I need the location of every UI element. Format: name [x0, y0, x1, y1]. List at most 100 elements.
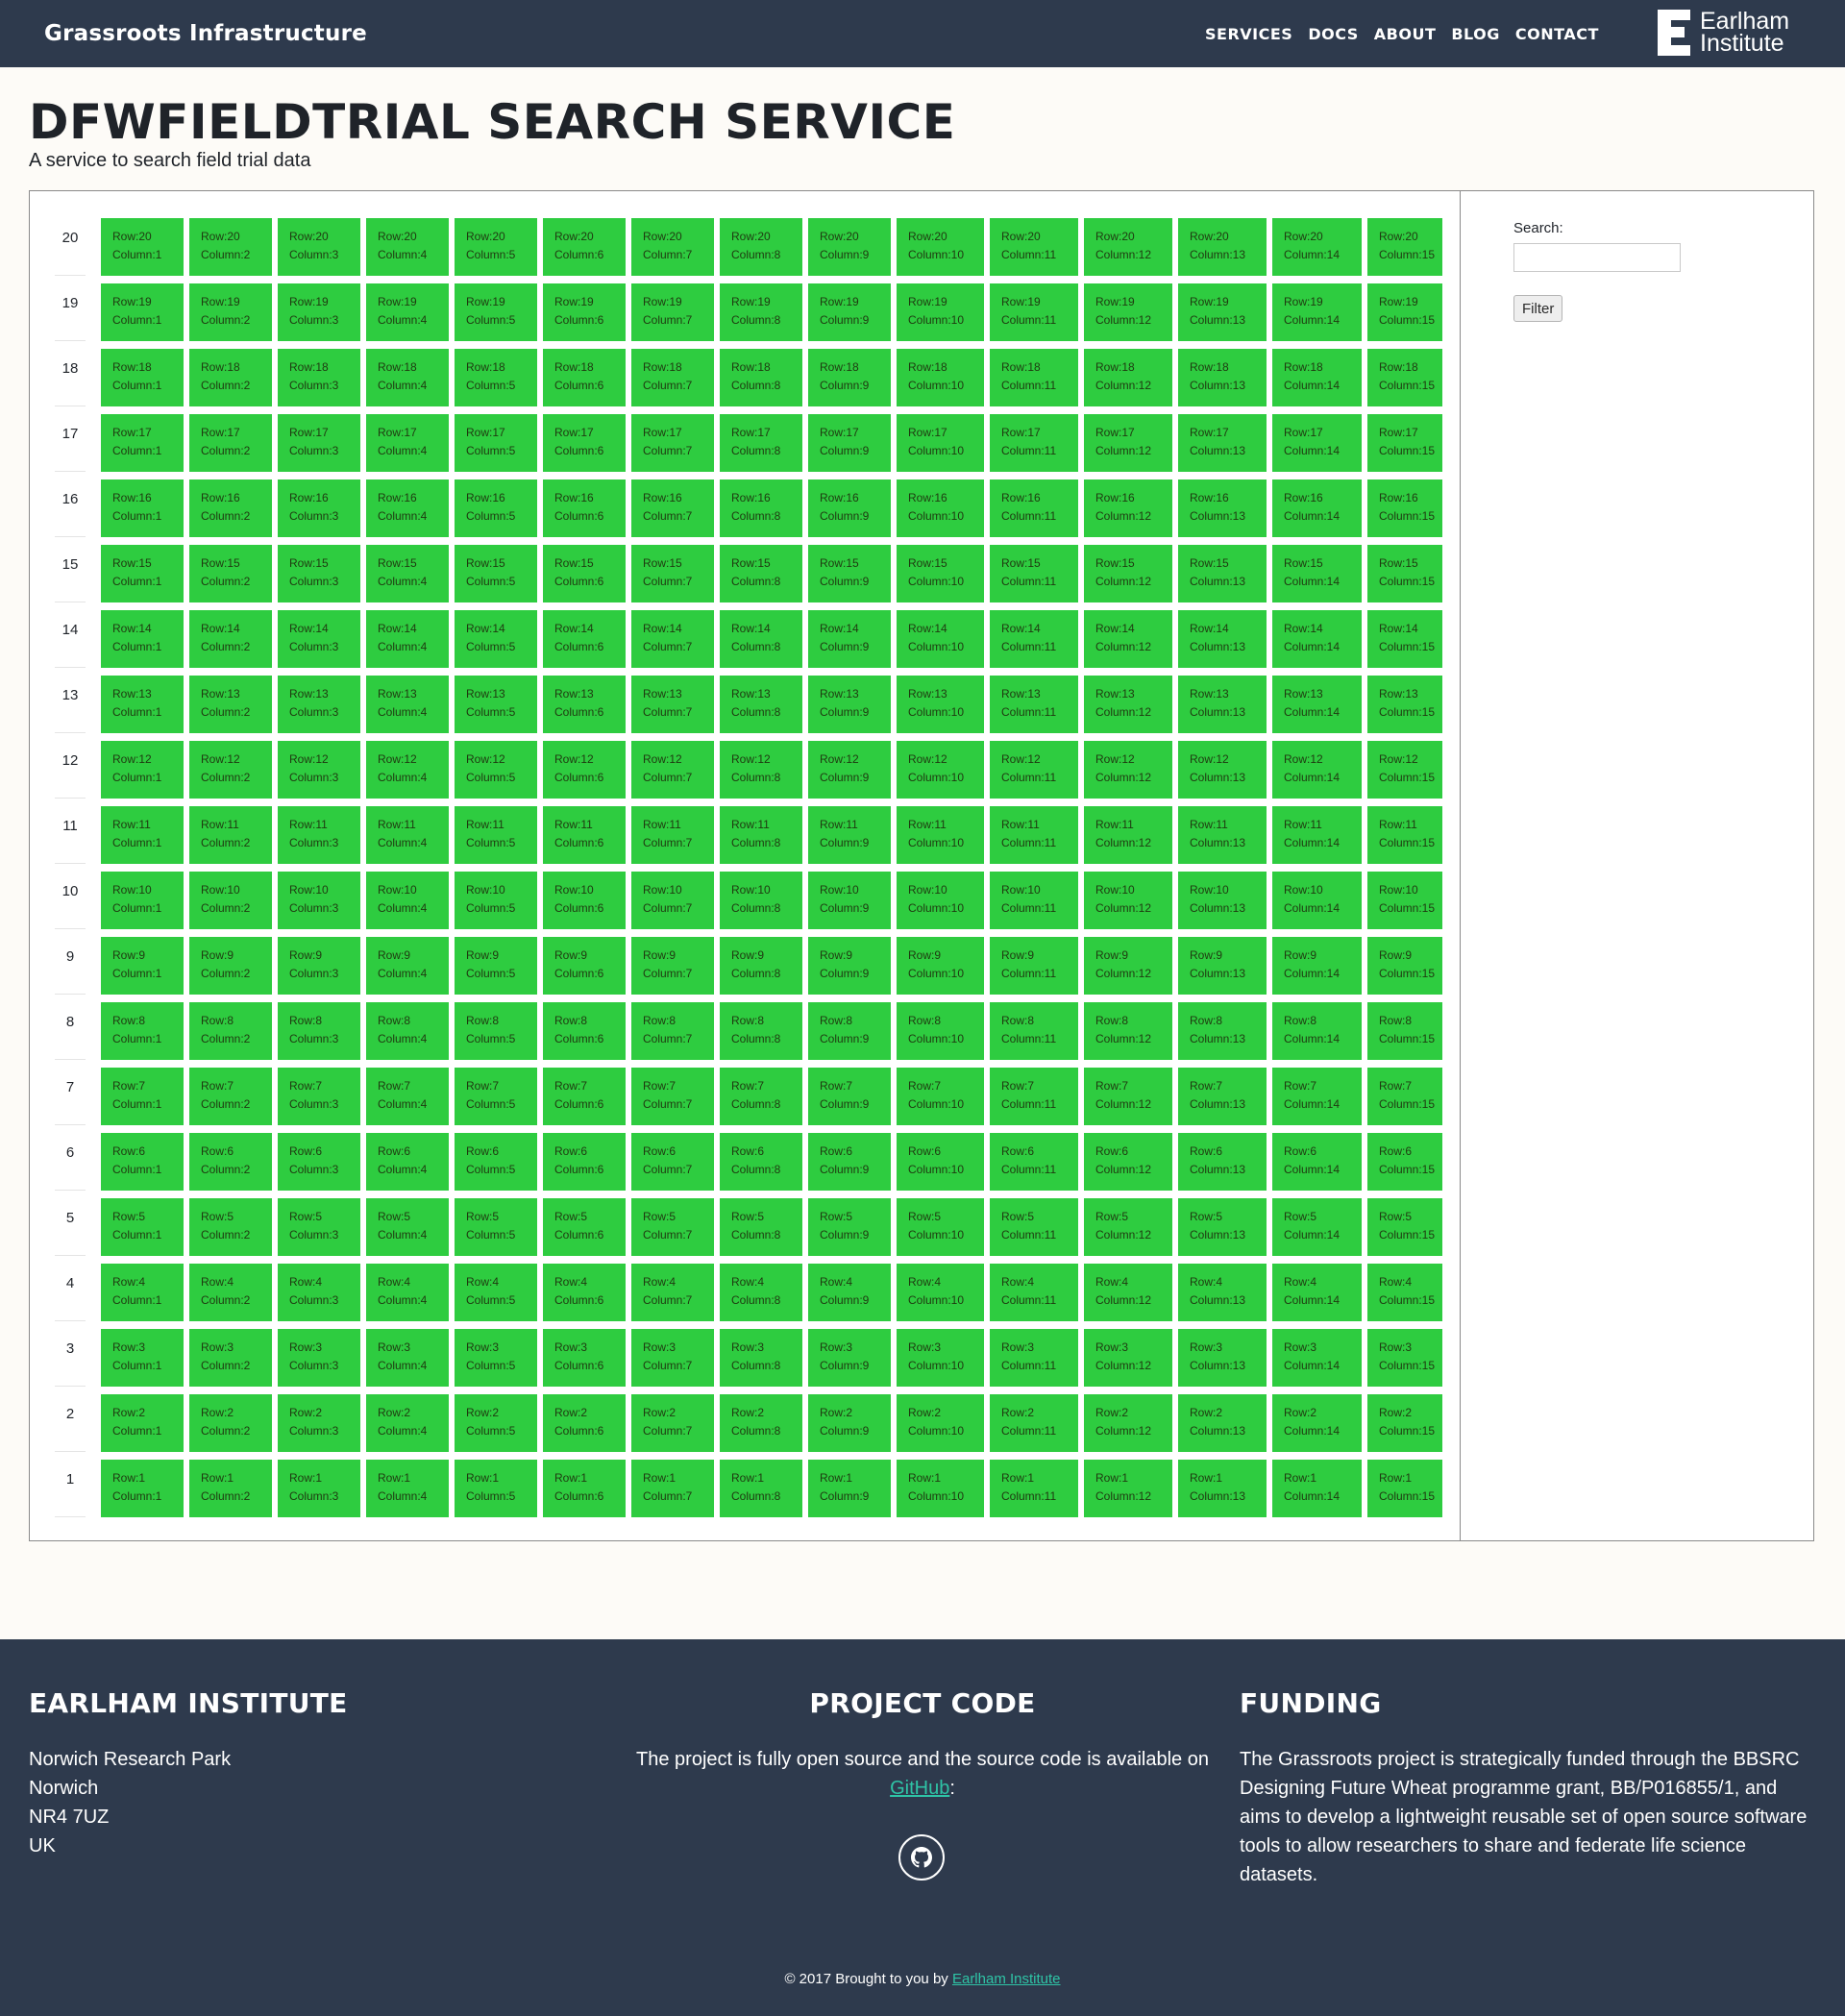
plot-cell[interactable]: Row:9 Column:5	[455, 937, 537, 995]
plot-cell[interactable]: Row:3 Column:12	[1084, 1329, 1172, 1387]
plot-cell[interactable]: Row:18 Column:5	[455, 349, 537, 406]
plot-cell[interactable]: Row:18 Column:3	[278, 349, 360, 406]
plot-cell[interactable]: Row:19 Column:6	[543, 283, 626, 341]
plot-cell[interactable]: Row:15 Column:5	[455, 545, 537, 602]
plot-cell[interactable]: Row:7 Column:7	[631, 1068, 714, 1125]
plot-cell[interactable]: Row:15 Column:4	[366, 545, 449, 602]
plot-cell[interactable]: Row:12 Column:9	[808, 741, 891, 799]
plot-cell[interactable]: Row:15 Column:13	[1178, 545, 1267, 602]
plot-cell[interactable]: Row:14 Column:4	[366, 610, 449, 668]
plot-cell[interactable]: Row:9 Column:11	[990, 937, 1078, 995]
plot-cell[interactable]: Row:18 Column:13	[1178, 349, 1267, 406]
plot-cell[interactable]: Row:11 Column:15	[1367, 806, 1442, 864]
plot-cell[interactable]: Row:8 Column:6	[543, 1002, 626, 1060]
plot-cell[interactable]: Row:19 Column:10	[897, 283, 984, 341]
plot-cell[interactable]: Row:1 Column:3	[278, 1460, 360, 1517]
plot-cell[interactable]: Row:20 Column:2	[189, 218, 272, 276]
plot-cell[interactable]: Row:6 Column:9	[808, 1133, 891, 1191]
plot-cell[interactable]: Row:20 Column:8	[720, 218, 802, 276]
plot-cell[interactable]: Row:20 Column:3	[278, 218, 360, 276]
plot-cell[interactable]: Row:1 Column:6	[543, 1460, 626, 1517]
plot-cell[interactable]: Row:4 Column:12	[1084, 1264, 1172, 1321]
plot-cell[interactable]: Row:3 Column:4	[366, 1329, 449, 1387]
plot-cell[interactable]: Row:19 Column:15	[1367, 283, 1442, 341]
plot-cell[interactable]: Row:11 Column:7	[631, 806, 714, 864]
plot-cell[interactable]: Row:7 Column:2	[189, 1068, 272, 1125]
plot-cell[interactable]: Row:14 Column:3	[278, 610, 360, 668]
plot-cell[interactable]: Row:8 Column:14	[1272, 1002, 1362, 1060]
plot-cell[interactable]: Row:9 Column:8	[720, 937, 802, 995]
plot-cell[interactable]: Row:3 Column:14	[1272, 1329, 1362, 1387]
plot-cell[interactable]: Row:5 Column:4	[366, 1198, 449, 1256]
plot-cell[interactable]: Row:18 Column:11	[990, 349, 1078, 406]
plot-cell[interactable]: Row:10 Column:3	[278, 872, 360, 929]
plot-cell[interactable]: Row:9 Column:9	[808, 937, 891, 995]
plot-cell[interactable]: Row:13 Column:10	[897, 676, 984, 733]
plot-cell[interactable]: Row:2 Column:1	[101, 1394, 184, 1452]
plot-cell[interactable]: Row:18 Column:12	[1084, 349, 1172, 406]
plot-cell[interactable]: Row:11 Column:11	[990, 806, 1078, 864]
plot-cell[interactable]: Row:14 Column:12	[1084, 610, 1172, 668]
plot-cell[interactable]: Row:16 Column:14	[1272, 479, 1362, 537]
plot-cell[interactable]: Row:8 Column:13	[1178, 1002, 1267, 1060]
nav-blog[interactable]: BLOG	[1451, 25, 1500, 43]
plot-cell[interactable]: Row:5 Column:8	[720, 1198, 802, 1256]
plot-cell[interactable]: Row:9 Column:3	[278, 937, 360, 995]
plot-cell[interactable]: Row:10 Column:10	[897, 872, 984, 929]
brand-title[interactable]: Grassroots Infrastructure	[44, 21, 367, 46]
plot-cell[interactable]: Row:15 Column:11	[990, 545, 1078, 602]
plot-cell[interactable]: Row:3 Column:1	[101, 1329, 184, 1387]
plot-cell[interactable]: Row:8 Column:5	[455, 1002, 537, 1060]
nav-contact[interactable]: CONTACT	[1515, 25, 1599, 43]
filter-button[interactable]: Filter	[1513, 295, 1563, 322]
plot-cell[interactable]: Row:16 Column:1	[101, 479, 184, 537]
plot-cell[interactable]: Row:14 Column:7	[631, 610, 714, 668]
plot-cell[interactable]: Row:17 Column:9	[808, 414, 891, 472]
plot-cell[interactable]: Row:6 Column:14	[1272, 1133, 1362, 1191]
plot-cell[interactable]: Row:5 Column:2	[189, 1198, 272, 1256]
plot-cell[interactable]: Row:15 Column:7	[631, 545, 714, 602]
plot-cell[interactable]: Row:2 Column:14	[1272, 1394, 1362, 1452]
plot-cell[interactable]: Row:10 Column:1	[101, 872, 184, 929]
plot-cell[interactable]: Row:6 Column:2	[189, 1133, 272, 1191]
plot-cell[interactable]: Row:18 Column:8	[720, 349, 802, 406]
plot-cell[interactable]: Row:3 Column:7	[631, 1329, 714, 1387]
plot-cell[interactable]: Row:16 Column:6	[543, 479, 626, 537]
plot-cell[interactable]: Row:1 Column:2	[189, 1460, 272, 1517]
plot-cell[interactable]: Row:11 Column:13	[1178, 806, 1267, 864]
plot-cell[interactable]: Row:17 Column:11	[990, 414, 1078, 472]
plot-cell[interactable]: Row:7 Column:3	[278, 1068, 360, 1125]
plot-cell[interactable]: Row:5 Column:9	[808, 1198, 891, 1256]
plot-cell[interactable]: Row:1 Column:8	[720, 1460, 802, 1517]
plot-cell[interactable]: Row:7 Column:4	[366, 1068, 449, 1125]
plot-cell[interactable]: Row:20 Column:9	[808, 218, 891, 276]
plot-cell[interactable]: Row:16 Column:5	[455, 479, 537, 537]
plot-cell[interactable]: Row:3 Column:15	[1367, 1329, 1442, 1387]
plot-cell[interactable]: Row:12 Column:5	[455, 741, 537, 799]
plot-cell[interactable]: Row:10 Column:5	[455, 872, 537, 929]
plot-cell[interactable]: Row:4 Column:3	[278, 1264, 360, 1321]
plot-cell[interactable]: Row:8 Column:12	[1084, 1002, 1172, 1060]
plot-cell[interactable]: Row:1 Column:14	[1272, 1460, 1362, 1517]
plot-cell[interactable]: Row:19 Column:8	[720, 283, 802, 341]
plot-cell[interactable]: Row:15 Column:9	[808, 545, 891, 602]
plot-cell[interactable]: Row:7 Column:11	[990, 1068, 1078, 1125]
plot-cell[interactable]: Row:9 Column:2	[189, 937, 272, 995]
plot-cell[interactable]: Row:12 Column:6	[543, 741, 626, 799]
plot-cell[interactable]: Row:3 Column:8	[720, 1329, 802, 1387]
plot-cell[interactable]: Row:3 Column:2	[189, 1329, 272, 1387]
plot-cell[interactable]: Row:12 Column:2	[189, 741, 272, 799]
plot-cell[interactable]: Row:1 Column:15	[1367, 1460, 1442, 1517]
plot-cell[interactable]: Row:6 Column:6	[543, 1133, 626, 1191]
plot-cell[interactable]: Row:8 Column:8	[720, 1002, 802, 1060]
plot-cell[interactable]: Row:4 Column:14	[1272, 1264, 1362, 1321]
plot-cell[interactable]: Row:4 Column:2	[189, 1264, 272, 1321]
plot-cell[interactable]: Row:18 Column:10	[897, 349, 984, 406]
plot-cell[interactable]: Row:9 Column:14	[1272, 937, 1362, 995]
plot-cell[interactable]: Row:13 Column:12	[1084, 676, 1172, 733]
plot-cell[interactable]: Row:10 Column:6	[543, 872, 626, 929]
plot-cell[interactable]: Row:2 Column:9	[808, 1394, 891, 1452]
plot-cell[interactable]: Row:7 Column:9	[808, 1068, 891, 1125]
plot-cell[interactable]: Row:8 Column:10	[897, 1002, 984, 1060]
plot-cell[interactable]: Row:8 Column:3	[278, 1002, 360, 1060]
